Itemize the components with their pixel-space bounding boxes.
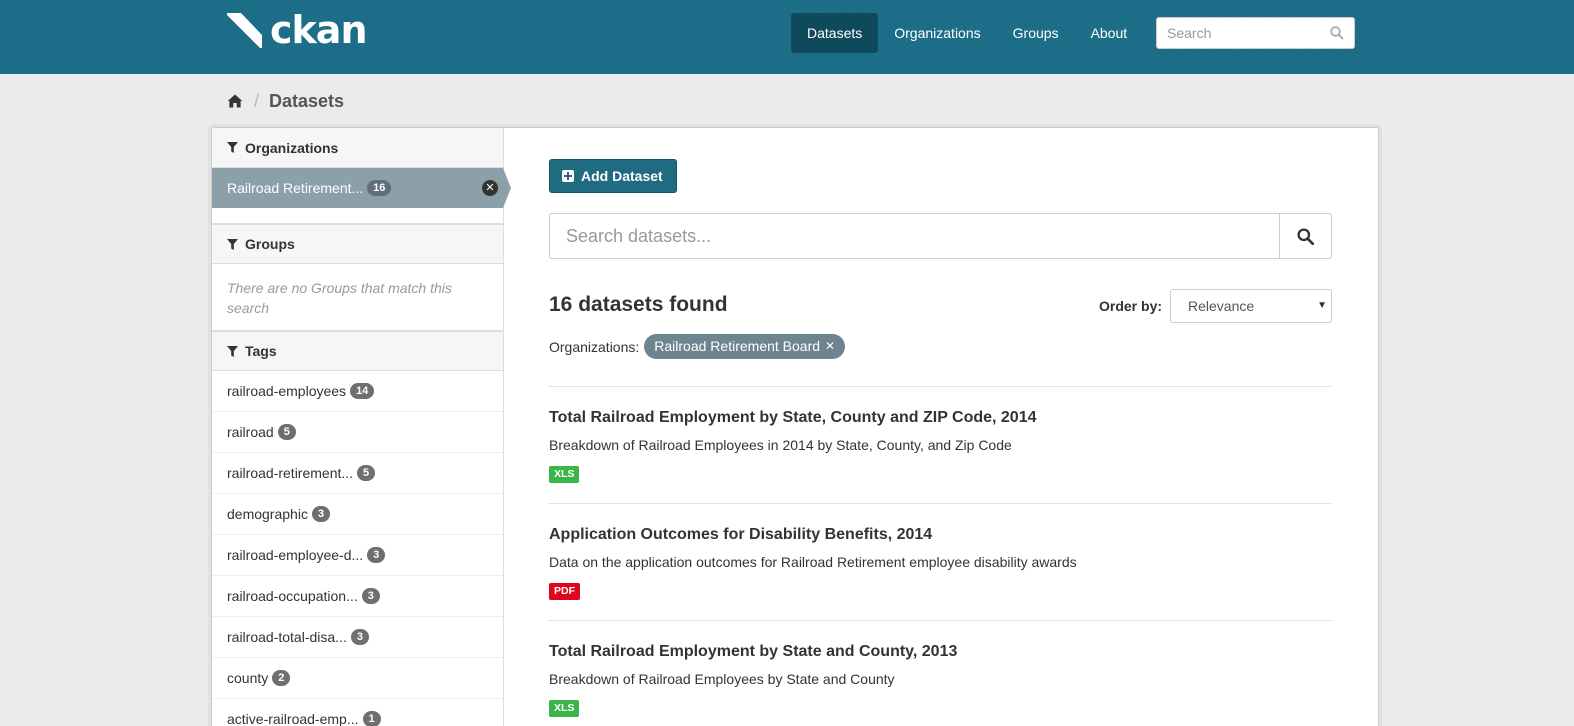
tag-count-badge: 3 (311, 506, 331, 522)
nav-groups[interactable]: Groups (997, 13, 1075, 53)
ckan-logo[interactable]: ckan (227, 8, 367, 52)
plus-square-icon (562, 170, 574, 182)
tag-facet-item[interactable]: railroad 5 (212, 412, 503, 453)
dataset-notes: Breakdown of Railroad Employees by State… (549, 671, 895, 687)
facet-heading-groups: Groups (212, 224, 503, 264)
breadcrumb-current[interactable]: Datasets (269, 91, 344, 112)
remove-filter-icon[interactable]: ✕ (482, 180, 498, 196)
facet-item-label: Railroad Retirement... (227, 180, 364, 196)
results-count: 16 datasets found (549, 293, 728, 316)
search-icon (1297, 227, 1314, 245)
format-badge[interactable]: PDF (549, 583, 580, 600)
facet-heading-label: Groups (245, 236, 295, 252)
tag-facet-item[interactable]: railroad-employee-d... 3 (212, 535, 503, 576)
ckan-logo-icon (227, 12, 262, 48)
tag-count-badge: 5 (357, 465, 376, 481)
dataset-formats: XLS (549, 464, 1332, 483)
content-wrapper: Organizations Railroad Retirement... 16 … (211, 127, 1379, 726)
breadcrumb: / Datasets (227, 90, 344, 112)
format-badge[interactable]: XLS (549, 466, 580, 483)
facet-heading-label: Tags (245, 343, 277, 359)
main-nav: Datasets Organizations Groups About (791, 13, 1143, 53)
facet-item-active-organization[interactable]: Railroad Retirement... 16 ✕ (212, 168, 511, 208)
search-icon[interactable] (1330, 26, 1344, 40)
order-by-select[interactable]: Relevance ▼ (1170, 289, 1332, 323)
tag-label: active-railroad-emp... (227, 711, 359, 726)
tag-facet-item[interactable]: county 2 (212, 658, 503, 699)
dataset-title-link[interactable]: Application Outcomes for Disability Bene… (549, 525, 1332, 545)
tag-label: railroad-occupation... (227, 588, 358, 604)
nav-datasets[interactable]: Datasets (791, 13, 879, 53)
dataset-search-input[interactable] (550, 214, 1279, 258)
tag-facet-item[interactable]: railroad-occupation... 3 (212, 576, 503, 617)
site-header: ckan Datasets Organizations Groups About (0, 0, 1574, 74)
tag-facet-item[interactable]: railroad-total-disa... 3 (212, 617, 503, 658)
facet-spacer (212, 208, 503, 224)
dataset-search (549, 213, 1332, 259)
dataset-item: Application Outcomes for Disability Bene… (549, 503, 1332, 620)
facet-count-badge: 16 (367, 180, 392, 196)
tag-label: railroad-employees (227, 383, 347, 399)
dataset-item: Total Railroad Employment by State, Coun… (549, 386, 1332, 503)
dataset-title-link[interactable]: Total Railroad Employment by State, Coun… (549, 408, 1332, 428)
dataset-formats: PDF (549, 581, 1332, 600)
tag-list: railroad-employees 14 railroad 5 railroad-re… (212, 371, 503, 726)
tag-count-badge: 14 (350, 383, 375, 399)
facet-heading-tags: Tags (212, 331, 503, 371)
tag-count-badge: 5 (277, 424, 296, 440)
facet-heading-organizations: Organizations (212, 128, 503, 168)
tag-label: railroad-total-disa... (227, 629, 347, 645)
order-by-value: Relevance (1188, 298, 1255, 314)
filter-label: Organizations: (549, 338, 640, 355)
tag-facet-item[interactable]: active-railroad-emp... 1 (212, 699, 503, 726)
breadcrumb-separator: / (254, 90, 260, 111)
close-icon[interactable]: ✕ (825, 334, 835, 359)
tag-facet-item[interactable]: railroad-employees 14 (212, 371, 503, 412)
dataset-item: Total Railroad Employment by State and C… (549, 620, 1332, 726)
nav-organizations[interactable]: Organizations (878, 13, 996, 53)
filter-icon (227, 142, 238, 153)
brand-name: ckan (270, 8, 367, 52)
active-filters: Organizations: Railroad Retirement Board… (549, 334, 846, 359)
filter-pill-label: Railroad Retirement Board (654, 338, 821, 354)
dataset-results: Add Dataset 16 datasets found Order by: … (505, 128, 1378, 726)
tag-label: demographic (227, 506, 308, 522)
tag-label: county (227, 670, 269, 686)
filter-icon (227, 345, 238, 357)
site-search-input[interactable] (1157, 18, 1317, 48)
tag-facet-item[interactable]: demographic 3 (212, 494, 503, 535)
facet-sidebar: Organizations Railroad Retirement... 16 … (212, 128, 511, 726)
tag-facet-item[interactable]: railroad-retirement... 5 (212, 453, 503, 494)
groups-empty-text: There are no Groups that match this sear… (212, 264, 503, 331)
format-badge[interactable]: XLS (549, 700, 580, 717)
home-icon[interactable] (227, 93, 243, 109)
dataset-notes: Data on the application outcomes for Rai… (549, 554, 1077, 570)
nav-about[interactable]: About (1075, 13, 1144, 53)
tag-count-badge: 1 (362, 711, 381, 726)
tag-label: railroad (227, 424, 274, 440)
filter-pill[interactable]: Railroad Retirement Board ✕ (644, 334, 846, 359)
filter-icon (227, 238, 238, 250)
dataset-list: Total Railroad Employment by State, Coun… (549, 386, 1332, 726)
dataset-formats: XLS (549, 698, 1332, 717)
tag-label: railroad-retirement... (227, 465, 354, 481)
dataset-search-button[interactable] (1279, 214, 1331, 258)
add-dataset-button[interactable]: Add Dataset (549, 159, 677, 193)
order-by-label: Order by: (1099, 298, 1163, 314)
caret-down-icon: ▼ (1317, 300, 1327, 311)
tag-count-badge: 3 (350, 629, 369, 645)
site-search (1156, 17, 1355, 49)
facet-heading-label: Organizations (245, 139, 339, 156)
tag-count-badge: 2 (272, 670, 291, 686)
tag-count-badge: 3 (367, 547, 386, 563)
dataset-notes: Breakdown of Railroad Employees in 2014 … (549, 437, 1012, 453)
dataset-title-link[interactable]: Total Railroad Employment by State and C… (549, 642, 1332, 662)
tag-label: railroad-employee-d... (227, 547, 364, 563)
add-dataset-label: Add Dataset (581, 168, 663, 184)
tag-count-badge: 3 (361, 588, 380, 604)
